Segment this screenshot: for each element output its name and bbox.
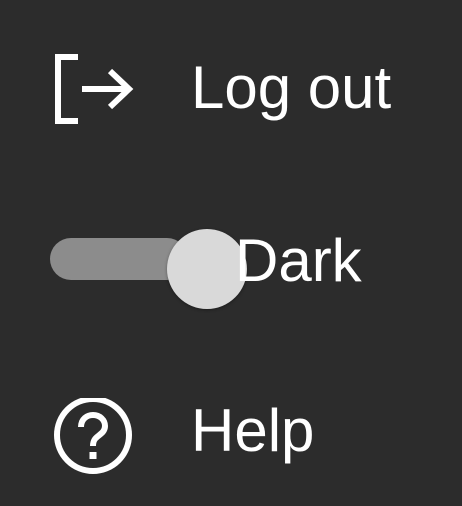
help-circle-icon: [52, 398, 136, 482]
dark-mode-menu-item[interactable]: Dark: [0, 205, 462, 315]
user-menu: Log out Dark Help: [0, 0, 462, 506]
dark-mode-label: Dark: [235, 227, 362, 294]
help-label: Help: [191, 397, 315, 464]
help-menu-item[interactable]: Help: [0, 384, 462, 484]
dark-mode-toggle[interactable]: [50, 217, 247, 309]
logout-icon: [52, 54, 136, 124]
logout-menu-item[interactable]: Log out: [0, 40, 462, 136]
logout-label: Log out: [191, 54, 392, 121]
